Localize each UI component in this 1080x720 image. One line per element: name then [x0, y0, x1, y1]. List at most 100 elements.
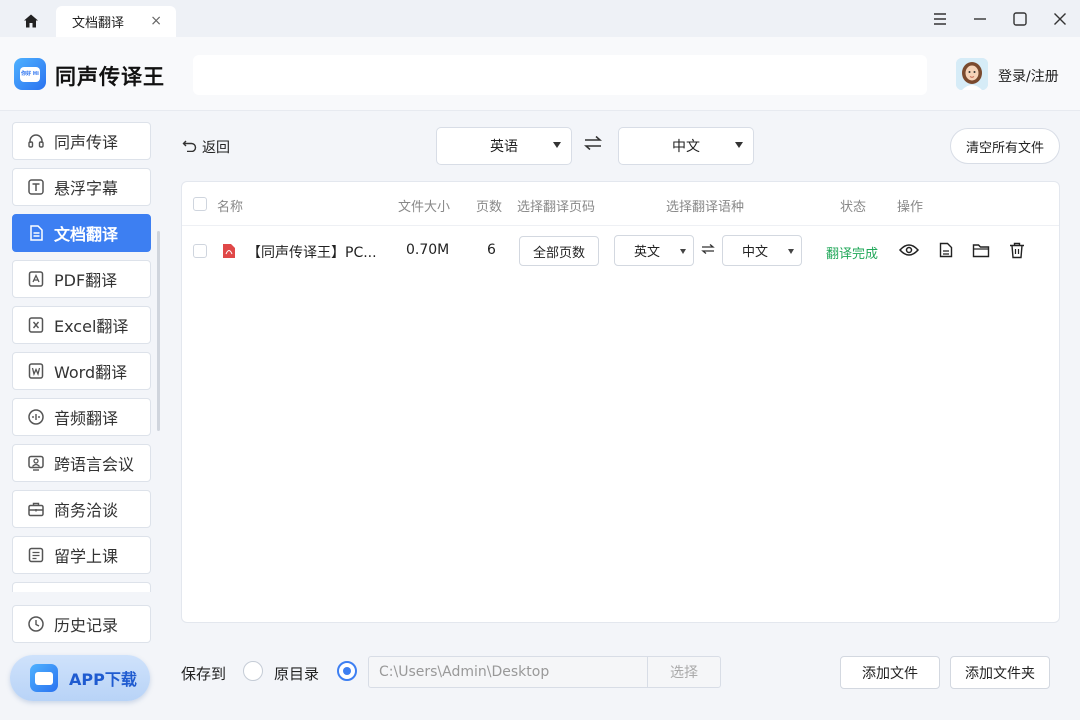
row-target-language-select[interactable]: 中文 [722, 235, 802, 266]
clear-all-files-button[interactable]: 清空所有文件 [950, 128, 1060, 164]
headset-icon [27, 132, 45, 150]
sidebar-item-label: Excel翻译 [54, 317, 129, 336]
page-range-button[interactable]: 全部页数 [519, 236, 599, 266]
row-target-language-value: 中文 [741, 245, 768, 260]
save-to-label: 保存到 [181, 665, 227, 683]
pdf-file-icon [222, 243, 236, 263]
chevron-down-icon [735, 142, 743, 148]
sidebar-item-label: PDF翻译 [54, 271, 118, 290]
minimize-icon[interactable] [960, 0, 1000, 37]
header-banner-area [193, 55, 927, 95]
page-count: 6 [487, 242, 496, 258]
file-name: 【同声传译王】PC... [247, 245, 377, 261]
target-language-value: 中文 [672, 139, 700, 155]
app-logo-icon [30, 664, 58, 692]
word-icon [27, 362, 45, 380]
file-size: 0.70M [406, 242, 450, 258]
original-directory-label: 原目录 [274, 665, 320, 683]
sidebar-item-study-abroad[interactable]: 留学上课 [12, 536, 151, 574]
class-icon [27, 546, 45, 564]
excel-icon [27, 316, 45, 334]
subtitle-icon [27, 178, 45, 196]
chevron-down-icon [553, 142, 561, 148]
tab-document-translate[interactable]: 文档翻译 × [56, 6, 176, 37]
meeting-icon [27, 454, 45, 472]
radio-custom-path[interactable] [337, 661, 357, 681]
col-header-size: 文件大小 [398, 200, 451, 215]
app-logo: 你好 Hi [14, 58, 46, 90]
back-button[interactable]: 返回 [182, 137, 230, 157]
save-path-input[interactable]: C:\Users\Admin\Desktop [368, 656, 648, 688]
row-source-language-value: 英文 [633, 245, 660, 260]
home-icon[interactable] [18, 10, 44, 32]
logo-bubble-icon: 你好 Hi [20, 66, 40, 82]
window-controls [920, 0, 1080, 37]
sidebar-item-excel[interactable]: Excel翻译 [12, 306, 151, 344]
sidebar-item-label: 文档翻译 [54, 225, 119, 244]
sidebar-item-document-translate[interactable]: 文档翻译 [12, 214, 151, 252]
menu-icon[interactable] [920, 0, 960, 37]
add-file-button[interactable]: 添加文件 [840, 656, 940, 689]
sidebar-item-label: 历史记录 [54, 616, 119, 635]
source-language-select[interactable]: 英语 [436, 127, 572, 165]
sidebar-item-history[interactable]: 历史记录 [12, 605, 151, 643]
sidebar-item-floating-subtitle[interactable]: 悬浮字幕 [12, 168, 151, 206]
sidebar-item-word[interactable]: Word翻译 [12, 352, 151, 390]
sidebar-item-label: 同声传译 [54, 133, 119, 152]
select-all-checkbox[interactable] [193, 197, 207, 211]
status-badge: 翻译完成 [826, 247, 879, 262]
add-folder-button[interactable]: 添加文件夹 [950, 656, 1050, 689]
choose-path-button[interactable]: 选择 [647, 656, 721, 688]
tab-close-icon[interactable]: × [150, 13, 162, 29]
tab-label: 文档翻译 [72, 16, 125, 31]
swap-languages-icon[interactable] [584, 135, 602, 155]
app-name: 同声传译王 [55, 65, 165, 89]
avatar[interactable] [956, 58, 988, 90]
preview-eye-icon[interactable] [899, 240, 919, 260]
maximize-icon[interactable] [1000, 0, 1040, 37]
pdf-icon [27, 270, 45, 288]
back-label: 返回 [202, 140, 230, 156]
sidebar-item-label: 留学上课 [54, 547, 119, 566]
delete-trash-icon[interactable] [1007, 240, 1027, 260]
sidebar-item-meeting[interactable]: 跨语言会议 [12, 444, 151, 482]
row-checkbox[interactable] [193, 244, 207, 258]
col-header-name: 名称 [217, 200, 244, 215]
app-download-label: APP下载 [69, 670, 137, 689]
radio-original-directory[interactable] [243, 661, 263, 681]
col-header-status: 状态 [840, 200, 867, 215]
sidebar-item-pdf[interactable]: PDF翻译 [12, 260, 151, 298]
app-header: 你好 Hi 同声传译王 登录/注册 [0, 37, 1080, 111]
sidebar-item-label: 商务洽谈 [54, 501, 119, 520]
sidebar-item-simultaneous[interactable]: 同声传译 [12, 122, 151, 160]
chevron-down-icon [788, 249, 794, 254]
row-source-language-select[interactable]: 英文 [614, 235, 694, 266]
sidebar: 同声传译 悬浮字幕 文档翻译 PDF翻译 Excel翻译 Word翻译 音频翻译… [0, 111, 160, 720]
open-document-icon[interactable] [936, 240, 956, 260]
app-download-button[interactable]: APP下载 [10, 655, 150, 701]
col-header-pages: 页数 [476, 200, 503, 215]
sidebar-item-audio[interactable]: 音频翻译 [12, 398, 151, 436]
audio-icon [27, 408, 45, 426]
sidebar-item-label: 悬浮字幕 [54, 179, 119, 198]
main-content: 返回 英语 中文 清空所有文件 名称 文件大小 页数 选择翻译页码 选择翻译语种… [160, 111, 1080, 720]
briefcase-icon [27, 500, 45, 518]
col-header-page-select: 选择翻译页码 [517, 200, 596, 215]
file-list-panel: 名称 文件大小 页数 选择翻译页码 选择翻译语种 状态 操作 【同声传译王】PC… [181, 181, 1060, 623]
login-register-link[interactable]: 登录/注册 [998, 66, 1059, 86]
sidebar-item-partial [12, 582, 151, 592]
sidebar-item-label: 音频翻译 [54, 409, 119, 428]
sidebar-item-business[interactable]: 商务洽谈 [12, 490, 151, 528]
header-divider [182, 225, 1059, 226]
sidebar-item-label: 跨语言会议 [54, 455, 135, 474]
target-language-select[interactable]: 中文 [618, 127, 754, 165]
swap-icon[interactable] [701, 243, 715, 259]
close-icon[interactable] [1040, 0, 1080, 37]
chevron-down-icon [680, 249, 686, 254]
col-header-language-select: 选择翻译语种 [666, 200, 745, 215]
logo-text: 你好 Hi [21, 71, 39, 77]
open-folder-icon[interactable] [971, 240, 991, 260]
back-arrow-icon [182, 139, 197, 156]
title-bar: 文档翻译 × [0, 0, 1080, 37]
source-language-value: 英语 [490, 139, 518, 155]
